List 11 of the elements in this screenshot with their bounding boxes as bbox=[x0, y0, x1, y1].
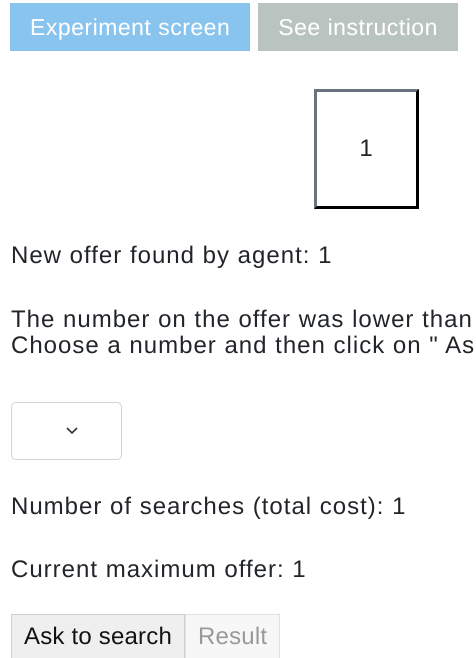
max-offer-text: Current maximum offer: 1 bbox=[11, 557, 308, 583]
instruction-text: Choose a number and then click on " As bbox=[11, 333, 476, 359]
tab[interactable]: Experiment screen bbox=[10, 3, 250, 51]
searches-text: Number of searches (total cost): 1 bbox=[11, 494, 408, 520]
offer-card: 1 bbox=[314, 89, 419, 209]
tab[interactable]: See instruction bbox=[258, 3, 458, 51]
instruction-text: The number on the offer was lower than bbox=[11, 307, 474, 333]
action-button[interactable]: Ask to search bbox=[11, 614, 185, 658]
number-select[interactable] bbox=[11, 402, 122, 460]
offer-text: New offer found by agent: 1 bbox=[11, 243, 334, 269]
chevron-down-icon bbox=[66, 427, 78, 435]
